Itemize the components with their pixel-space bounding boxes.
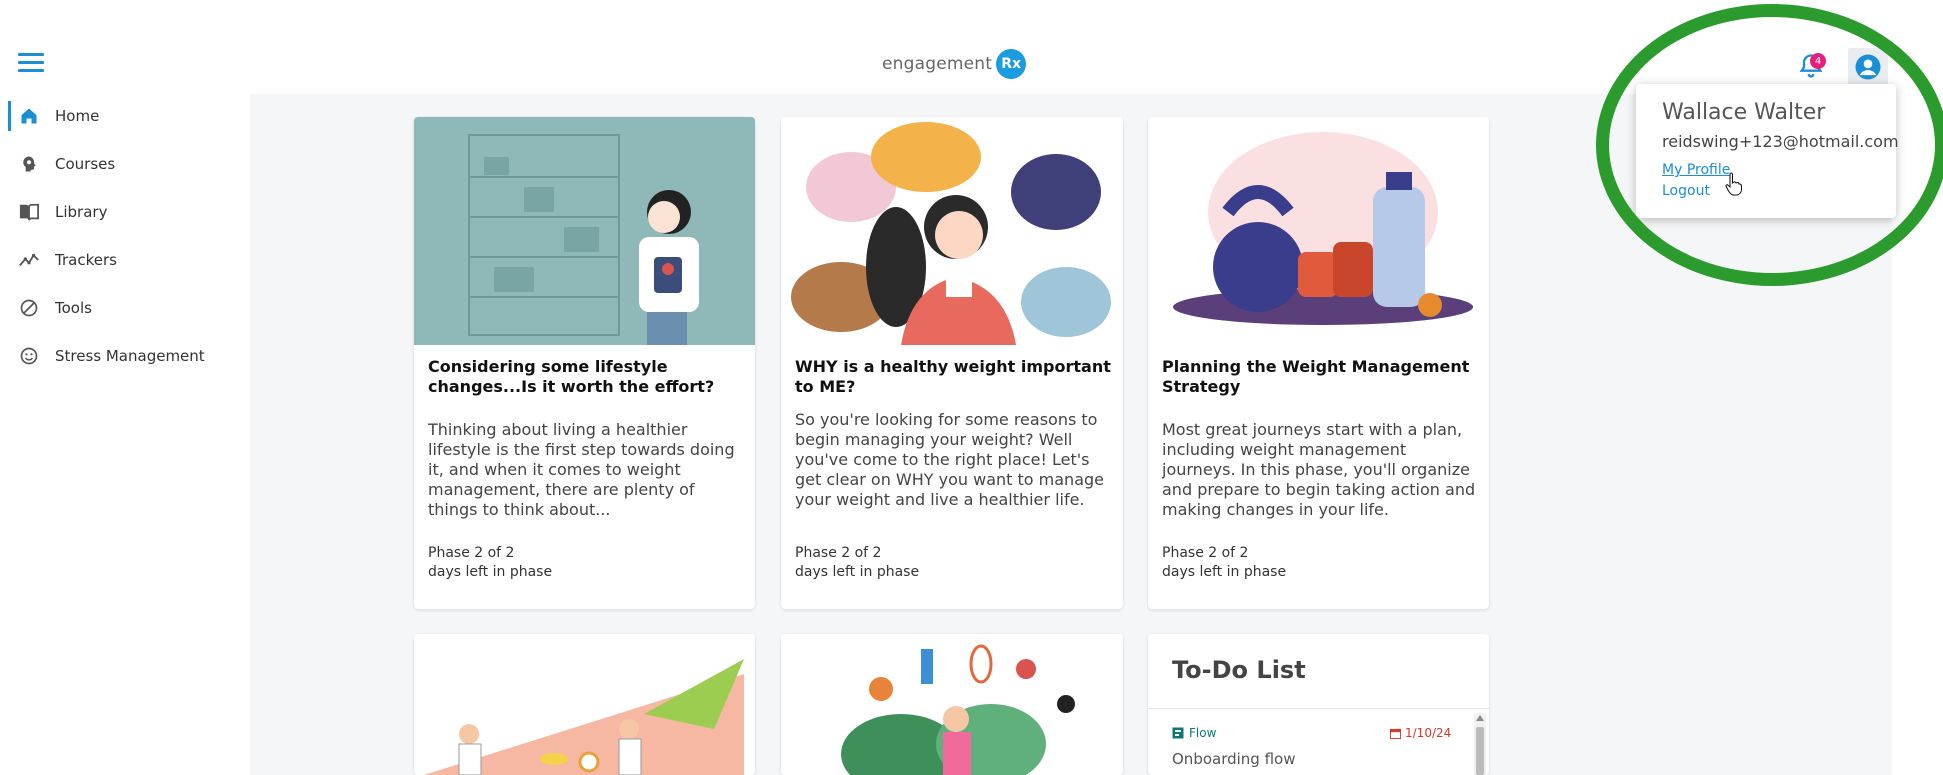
card-description: Most great journeys start with a plan, i… <box>1162 420 1476 519</box>
sidebar-item-label: Courses <box>55 155 116 173</box>
trackers-icon <box>18 249 40 271</box>
sidebar: Home Courses Library Trackers Tools Stre… <box>0 94 250 775</box>
tools-icon <box>18 297 40 319</box>
divider <box>1148 708 1489 709</box>
home-icon <box>18 105 40 127</box>
profile-email: reidswing+123@hotmail.com <box>1662 132 1899 151</box>
flow-icon <box>1172 727 1184 739</box>
course-card[interactable]: WHY is a healthy weight important to ME?… <box>781 117 1123 609</box>
card-phase: Phase 2 of 2 <box>428 545 515 561</box>
hamburger-menu-icon[interactable] <box>18 53 44 73</box>
todo-item-type: Flow <box>1172 726 1216 740</box>
sidebar-item-home[interactable]: Home <box>0 96 250 136</box>
course-card[interactable] <box>781 634 1123 775</box>
todo-type-label: Flow <box>1189 726 1217 740</box>
todo-date-label: 1/10/24 <box>1405 726 1452 740</box>
my-profile-link[interactable]: My Profile <box>1662 162 1730 178</box>
scroll-up-arrow-icon[interactable] <box>1476 715 1484 721</box>
card-phase: Phase 2 of 2 <box>795 545 882 561</box>
top-bar: engagement Rx 4 <box>0 0 1943 94</box>
card-image <box>414 634 755 775</box>
logo-badge: Rx <box>996 49 1027 79</box>
logout-link[interactable]: Logout <box>1662 183 1710 199</box>
notification-badge: 4 <box>1810 53 1826 69</box>
sidebar-item-trackers[interactable]: Trackers <box>0 240 250 280</box>
scrollbar-thumb[interactable] <box>1476 727 1484 775</box>
todo-item-date: 1/10/24 <box>1390 726 1451 740</box>
sidebar-item-label: Trackers <box>55 251 117 269</box>
sidebar-item-stress-management[interactable]: Stress Management <box>0 336 250 376</box>
sidebar-item-courses[interactable]: Courses <box>0 144 250 184</box>
course-card[interactable]: Considering some lifestyle changes...Is … <box>414 117 755 609</box>
calendar-icon <box>1390 728 1401 739</box>
todo-list-panel: To-Do List Flow 1/10/24 Onboarding flow <box>1148 634 1489 775</box>
courses-icon <box>18 153 40 175</box>
logo-text: engagement <box>882 54 993 74</box>
smile-icon <box>18 345 40 367</box>
card-title: Planning the Weight Management Strategy <box>1162 357 1470 396</box>
card-image <box>414 117 755 345</box>
library-icon <box>18 201 40 223</box>
card-description: So you're looking for some reasons to be… <box>795 410 1104 509</box>
card-image <box>1148 117 1489 345</box>
card-title: Considering some lifestyle changes...Is … <box>428 357 715 396</box>
sidebar-item-label: Tools <box>55 299 92 317</box>
course-card[interactable]: Planning the Weight Management Strategy … <box>1148 117 1489 609</box>
hand-cursor-icon <box>1725 172 1742 196</box>
card-days-left: days left in phase <box>795 564 920 580</box>
card-image <box>781 634 1123 775</box>
todo-item-name: Onboarding flow <box>1172 750 1296 768</box>
logo[interactable]: engagement Rx <box>882 49 1027 79</box>
card-phase: Phase 2 of 2 <box>1162 545 1249 561</box>
user-icon <box>1855 54 1881 80</box>
card-image <box>781 117 1123 345</box>
sidebar-item-library[interactable]: Library <box>0 192 250 232</box>
profile-dropdown: Wallace Walter reidswing+123@hotmail.com… <box>1636 84 1899 218</box>
sidebar-item-label: Library <box>55 203 108 221</box>
card-title: WHY is a healthy weight important to ME? <box>795 357 1111 396</box>
sidebar-item-label: Stress Management <box>55 347 205 365</box>
card-days-left: days left in phase <box>1162 564 1287 580</box>
sidebar-item-tools[interactable]: Tools <box>0 288 250 328</box>
todo-title: To-Do List <box>1172 656 1306 684</box>
sidebar-item-label: Home <box>55 107 100 125</box>
profile-name: Wallace Walter <box>1662 100 1826 125</box>
avatar-button[interactable] <box>1848 48 1888 86</box>
course-card[interactable] <box>414 634 755 775</box>
todo-scrollbar[interactable] <box>1474 713 1486 775</box>
card-days-left: days left in phase <box>428 564 553 580</box>
card-description: Thinking about living a healthier lifest… <box>428 420 735 519</box>
